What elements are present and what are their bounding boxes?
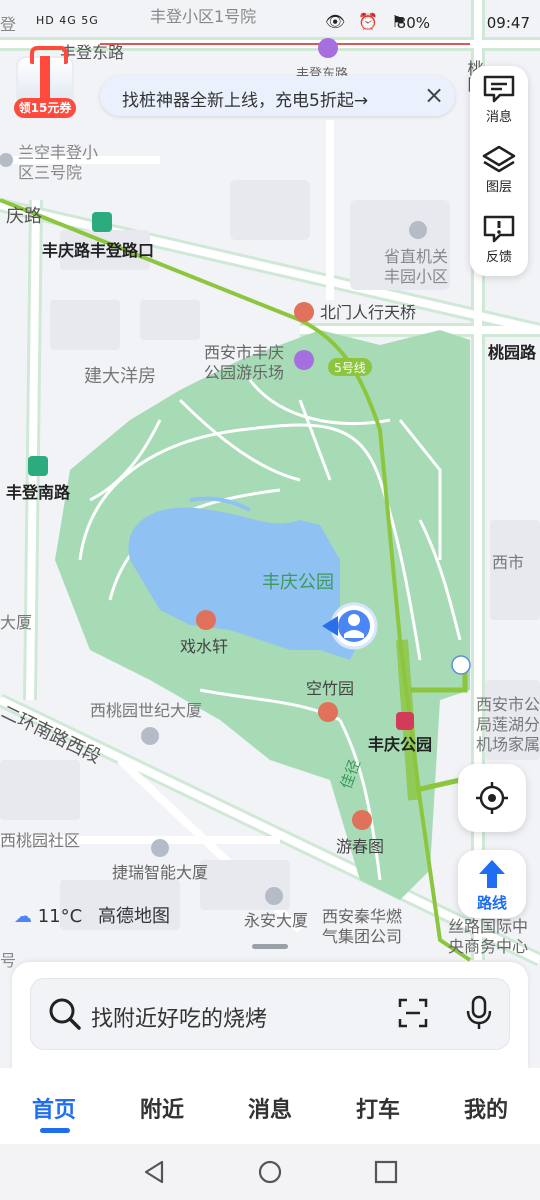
back-icon[interactable] [140,1158,168,1186]
temperature: 11°C [37,906,83,927]
label-xitaoyuan-building: 西桃园世纪大厦 [90,701,202,720]
poi-youchun-icon[interactable] [352,810,372,830]
poi-amusement-icon[interactable] [294,350,314,370]
layers-button[interactable]: 图层 [470,136,528,202]
route-arrow-icon [479,860,505,888]
label-metro-fengqing-park: 丰庆公园 [368,735,432,754]
label-youchun: 游春图 [336,837,384,856]
locate-button[interactable] [458,764,526,832]
label-provincial-1: 省直机关 [384,247,448,266]
close-icon[interactable]: × [419,80,449,110]
tab-messages[interactable]: 消息 [230,1092,310,1124]
clock: 09:47 [486,14,530,32]
search-icon [49,998,81,1030]
parking-icon[interactable] [451,655,471,675]
poi-yongan-icon[interactable] [265,887,283,905]
label-qinhua-1: 西安秦华燃 [322,907,402,926]
label-station-fengdeng-south: 丰登南路 [6,483,71,502]
poi-kongzhu-icon[interactable] [318,702,338,722]
label-dasha-left: 大厦 [0,613,32,632]
message-button[interactable]: 消息 [470,66,528,132]
label-taoyuan-road: 桃园路 [488,343,537,362]
label-xian-right-2: 局莲湖分 [476,715,540,734]
home-icon[interactable] [256,1158,284,1186]
poi-bridge-icon[interactable] [294,302,314,322]
label-silkroad-2: 央商务中心 [448,937,528,956]
bus-stop-fengqing-icon[interactable] [92,212,112,232]
label-park-name: 丰庆公园 [262,572,334,593]
bus-stop-fengdeng-icon[interactable] [28,456,48,476]
label-fengqing-road: 庆路 [6,206,42,227]
side-panel: 消息 图层 反馈 [470,66,528,276]
poi-fengdeng-icon[interactable] [318,38,338,58]
label-silkroad-1: 丝路国际中 [448,917,528,936]
metro-line-label: 5号线 [334,361,366,375]
label-xishi-right: 西市 [492,553,524,572]
layers-label: 图层 [485,180,512,195]
tab-bar: 首页 附近 消息 打车 我的 [0,1068,540,1144]
status-bar: HD 4G 5G 👁 ⏰ ⚑ 80% 09:47 [0,10,540,38]
brand-logo-text: 高德地图 [97,906,170,927]
label-bottom-left: 号 [0,951,16,970]
system-nav-bar [0,1144,540,1200]
label-lankong-2: 区三号院 [18,163,82,182]
sheet-drag-handle[interactable] [252,944,288,949]
microphone-icon[interactable] [465,995,493,1031]
label-kongzhu: 空竹园 [306,679,354,698]
scan-icon[interactable] [397,997,429,1029]
tab-home[interactable]: 首页 [14,1092,94,1133]
tab-taxi[interactable]: 打车 [338,1092,418,1124]
label-lankong-1: 兰空丰登小 [18,143,98,162]
poi-jierui-icon[interactable] [151,839,169,857]
promo-banner[interactable]: 找桩神器全新上线，充电5折起→ × [100,76,455,116]
label-amusement-1: 西安市丰庆 [204,343,284,362]
message-icon [483,75,515,103]
tab-profile[interactable]: 我的 [446,1092,526,1124]
label-beimen-bridge: 北门人行天桥 [320,303,416,322]
route-label: 路线 [476,894,507,912]
layers-icon [482,145,516,173]
battery-level: 80% [396,14,430,32]
cloud-icon: ☁ [14,906,32,927]
poi-xitaoyuan-icon[interactable] [141,727,159,745]
label-qinhua-2: 气集团公司 [322,927,402,946]
label-xian-right-3: 机场家属 [476,735,540,754]
crosshair-icon [476,782,508,814]
label-provincial-2: 丰园小区 [384,267,448,286]
feedback-icon [483,215,515,243]
metro-station-icon[interactable] [396,712,414,730]
signal-icons: HD 4G 5G [36,14,99,27]
search-input[interactable]: 找附近好吃的烧烤 [91,1001,267,1033]
label-amusement-2: 公园游乐场 [204,363,284,382]
promo-text: 找桩神器全新上线，充电5折起→ [122,91,369,111]
label-xitaoyuan-community: 西桃园社区 [0,831,80,850]
label-yongan: 永安大厦 [244,911,308,930]
feedback-button[interactable]: 反馈 [470,206,528,272]
weather-widget: ☁ 11°C 高德地图 [14,902,170,928]
poi-residence-icon[interactable] [409,221,427,239]
feedback-label: 反馈 [485,250,512,265]
recents-icon[interactable] [372,1158,400,1186]
coupon-button[interactable]: 领15元券 [8,46,78,120]
tab-nearby[interactable]: 附近 [122,1092,202,1124]
coupon-label: 领15元券 [14,98,76,118]
label-jierui: 捷瑞智能大厦 [112,863,208,882]
poi-xishui-icon[interactable] [196,610,216,630]
label-jianda: 建大洋房 [84,366,156,387]
label-xishui: 戏水轩 [180,637,228,656]
label-station-fengqing: 丰庆路丰登路口 [42,241,154,260]
message-label: 消息 [485,110,512,125]
route-button[interactable]: 路线 [458,850,526,918]
search-bar[interactable]: 找附近好吃的烧烤 [30,978,510,1050]
label-xian-right-1: 西安市公 [476,695,540,714]
